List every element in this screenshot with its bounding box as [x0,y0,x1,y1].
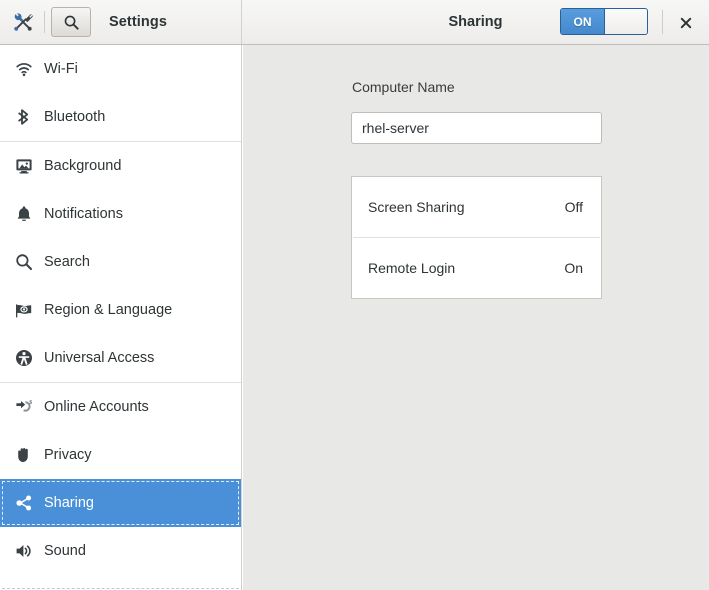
sidebar-item-label: Sound [44,543,86,559]
switch-knob[interactable] [604,9,647,34]
sidebar-item-label: Privacy [44,447,92,463]
bluetooth-icon [13,106,35,128]
service-state: Off [564,199,583,215]
service-label: Remote Login [368,260,456,276]
sidebar-item-universal-access[interactable]: Universal Access [0,334,241,382]
bell-icon [13,203,35,225]
sidebar-item-label: Notifications [44,206,123,222]
sidebar-item-label: Bluetooth [44,109,106,125]
background-icon [13,155,35,177]
header-separator [44,11,45,33]
sidebar-item-label: Sharing [44,495,94,511]
sidebar-item-label: Search [44,254,90,270]
sidebar-item-label: Online Accounts [44,399,149,415]
computer-name-label: Computer Name [352,79,455,95]
sidebar-item-search[interactable]: Search [0,238,241,286]
search-icon [13,251,35,273]
sidebar-item-sound[interactable]: Sound [0,527,241,575]
online-accounts-icon [13,396,35,418]
close-button[interactable] [673,11,699,34]
sidebar-item-privacy[interactable]: Privacy [0,431,241,479]
sidebar-item-region-language[interactable]: Region & Language [0,286,241,334]
service-state: On [564,260,583,276]
header-right-section: Sharing ON [242,0,709,44]
list-item-screen-sharing[interactable]: Screen Sharing Off [352,177,601,237]
sharing-master-switch[interactable]: ON [560,8,648,35]
search-button[interactable] [51,7,91,37]
settings-sidebar[interactable]: Wi-Fi Bluetooth Background Notifications… [0,45,242,590]
sidebar-item-label: Wi-Fi [44,61,78,77]
flag-icon [13,299,35,321]
sidebar-item-bluetooth[interactable]: Bluetooth [0,93,241,141]
list-item-remote-login[interactable]: Remote Login On [352,238,601,298]
header-left-section: Settings [0,0,242,44]
header-divider [662,10,663,34]
service-label: Screen Sharing [368,199,465,215]
settings-window: Settings Sharing ON Wi-Fi Bluetooth Back… [0,0,709,590]
sidebar-item-label: Universal Access [44,350,155,366]
switch-state-label: ON [561,9,604,34]
sidebar-item-label: Background [44,158,122,174]
sidebar-item-label: Region & Language [44,302,173,318]
sidebar-item-wifi[interactable]: Wi-Fi [0,45,241,93]
sharing-panel-content: Computer Name rhel-server Screen Sharing… [243,45,709,590]
header-bar: Settings Sharing ON [0,0,709,45]
app-title: Settings [109,14,167,30]
sidebar-item-background[interactable]: Background [0,142,241,190]
sidebar-item-sharing[interactable]: Sharing [0,479,241,527]
speaker-icon [13,540,35,562]
close-icon [680,17,692,28]
computer-name-input[interactable]: rhel-server [351,112,602,144]
sidebar-item-notifications[interactable]: Notifications [0,190,241,238]
tools-icon [10,9,36,35]
hand-icon [13,444,35,466]
wifi-icon [13,58,35,80]
accessibility-icon [13,347,35,369]
search-icon [64,15,79,30]
sidebar-item-online-accounts[interactable]: Online Accounts [0,383,241,431]
sharing-services-list: Screen Sharing Off Remote Login On [351,176,602,299]
share-icon [13,492,35,514]
